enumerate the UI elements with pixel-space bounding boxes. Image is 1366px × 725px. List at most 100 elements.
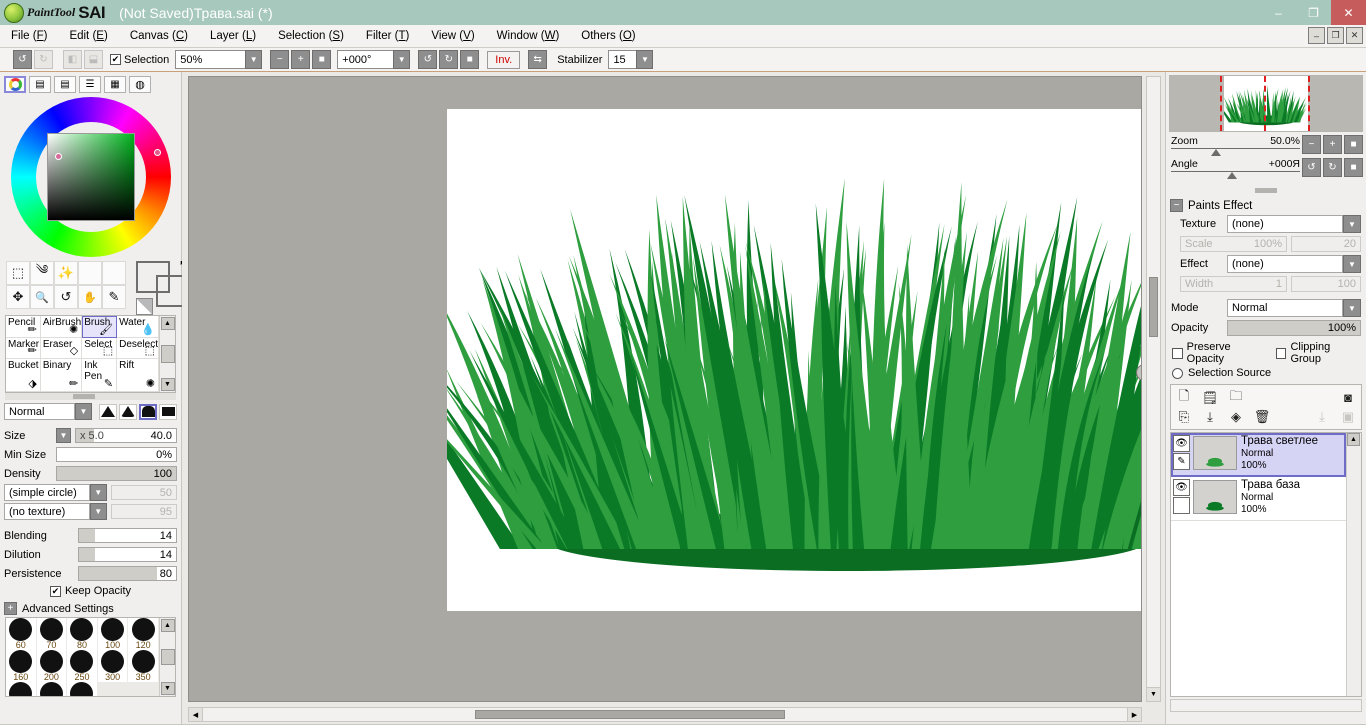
brush-tool-deselect[interactable]: Deselect ⬚ [117, 337, 159, 360]
navigator-zoom-in-button[interactable]: + [1323, 135, 1342, 154]
brush-preset-60[interactable]: 60 [6, 618, 37, 650]
brush-preset-350[interactable]: 350 [128, 650, 159, 682]
blend-mode-value[interactable]: Normal [4, 403, 75, 420]
mdi-minimize-button[interactable]: – [1308, 27, 1325, 44]
preset-scroll-down[interactable]: ▼ [160, 682, 175, 695]
brush-preset-100[interactable]: 100 [98, 618, 129, 650]
mdi-close-button[interactable]: ✕ [1346, 27, 1363, 44]
stabilizer-value[interactable]: 15 [608, 50, 637, 69]
brush-texture-combo[interactable]: (no texture) ▼ [4, 503, 107, 520]
brush-preset-80[interactable]: 80 [67, 618, 98, 650]
zoom-value[interactable]: 50% [175, 50, 246, 69]
brush-tool-inkpen[interactable]: Ink Pen ✎ [82, 359, 118, 392]
brush-preset-row3-2[interactable] [37, 682, 68, 696]
rotate-ccw-button[interactable]: ↺ [418, 50, 438, 69]
menu-layer[interactable]: Layer (L) [199, 28, 267, 44]
brush-shape-medium-button[interactable] [119, 403, 137, 420]
brush-shape-dropdown-icon[interactable]: ▼ [89, 484, 107, 501]
layer-0-edit-icon[interactable]: ✎ [1173, 453, 1190, 470]
keep-opacity-row[interactable]: ✔ Keep Opacity [4, 585, 177, 597]
brush-grid-hscroll-thumb[interactable] [73, 394, 96, 399]
paints-effect-header[interactable]: − Paints Effect [1166, 198, 1366, 215]
persistence-slider[interactable]: 80 [78, 566, 177, 581]
hand-icon[interactable]: ✋ [78, 285, 102, 309]
brush-texture-value[interactable]: (no texture) [4, 503, 90, 520]
effect-combo[interactable]: (none) ▼ [1227, 255, 1361, 273]
eyedropper-icon[interactable]: ✎ [102, 285, 126, 309]
brush-texture-amount-slider[interactable]: 95 [110, 504, 177, 519]
angle-value[interactable]: +000° [337, 50, 394, 69]
menu-window[interactable]: Window (W) [486, 28, 571, 44]
brush-preset-300[interactable]: 300 [98, 650, 129, 682]
layer-0-visibility-icon[interactable]: 👁 [1173, 435, 1190, 452]
foreground-color-swatch[interactable] [136, 261, 170, 293]
layer-1-visibility-icon[interactable]: 👁 [1173, 479, 1190, 496]
merge-down-button[interactable]: ⤓ [1200, 407, 1220, 426]
effect-value[interactable]: (none) [1227, 255, 1343, 273]
menu-selection[interactable]: Selection (S) [267, 28, 355, 44]
navigator-zoom-slider[interactable]: Zoom 50.0% [1169, 135, 1302, 157]
brush-grid-scroll-thumb[interactable] [160, 345, 175, 363]
swap-button[interactable]: ⇆ [528, 50, 548, 69]
brush-preset-row3-1[interactable] [6, 682, 37, 696]
brush-grid-scroll-up[interactable]: ▲ [160, 317, 175, 330]
navigator-zoom-out-button[interactable]: − [1302, 135, 1321, 154]
brush-preset-70[interactable]: 70 [37, 618, 68, 650]
zoom-combo[interactable]: 50% ▼ [175, 50, 263, 69]
restore-button[interactable]: ❐ [1296, 0, 1331, 25]
selection-toggle[interactable]: ✔ Selection [110, 54, 169, 66]
rotate-icon[interactable]: ↺ [54, 285, 78, 309]
layer-mode-dropdown-icon[interactable]: ▼ [1343, 299, 1361, 317]
layer-list-scroll-up[interactable]: ▲ [1347, 433, 1360, 446]
swatches-mode-button[interactable]: ☰ [79, 76, 101, 93]
menu-view[interactable]: View (V) [420, 28, 485, 44]
advanced-settings-toggle[interactable]: + Advanced Settings [0, 597, 181, 617]
minimize-button[interactable]: – [1261, 0, 1296, 25]
navigator-rotate-cw-button[interactable]: ↻ [1323, 158, 1342, 177]
brush-grid-hscrollbar[interactable] [5, 393, 176, 400]
canvas-horizontal-scrollbar[interactable] [188, 707, 1142, 722]
saturation-value-box[interactable] [46, 133, 135, 221]
brush-shape-flat-button[interactable] [159, 403, 177, 420]
brush-preset-row3-3[interactable] [67, 682, 98, 696]
scratchpad-mode-button[interactable]: ◍ [129, 76, 151, 93]
preset-scrollbar[interactable]: ▲ ▼ [159, 618, 175, 696]
layer-list-scrollbar[interactable]: ▲ [1346, 433, 1361, 696]
layer-mask-button[interactable]: ◙ [1338, 388, 1358, 407]
blend-mode-dropdown-icon[interactable]: ▼ [75, 403, 92, 420]
transparency-swatch[interactable] [136, 298, 153, 315]
effect-amount-slider[interactable]: 100 [1291, 276, 1361, 292]
canvas-viewport[interactable] [188, 76, 1142, 702]
navigator-rotate-reset-button[interactable]: ■ [1344, 158, 1363, 177]
canvas-navigator[interactable] [1169, 75, 1363, 132]
size-slider[interactable]: x 5.0 40.0 [75, 428, 177, 443]
magic-wand-icon[interactable]: ✨ [54, 261, 78, 285]
density-slider[interactable]: 100 [56, 466, 177, 481]
layer-mode-value[interactable]: Normal [1227, 299, 1343, 317]
preset-scroll-up[interactable]: ▲ [160, 619, 175, 632]
canvas-vscroll-down-button[interactable]: ▼ [1146, 687, 1161, 702]
rect-marquee-icon[interactable]: ⬚ [6, 261, 30, 285]
brush-preset-250[interactable]: 250 [67, 650, 98, 682]
size-unit-dropdown-icon[interactable]: ▼ [56, 428, 71, 443]
texture-scale-slider[interactable]: Scale 100% [1180, 236, 1287, 252]
paints-effect-collapse-icon[interactable]: − [1170, 199, 1183, 212]
brush-grid-scrollbar[interactable]: ▲ ▼ [159, 316, 175, 392]
redo-button[interactable]: ↻ [34, 50, 53, 69]
brush-preset-160[interactable]: 160 [6, 650, 37, 682]
navigator-rotate-ccw-button[interactable]: ↺ [1302, 158, 1321, 177]
blending-slider[interactable]: 14 [78, 528, 177, 543]
texture-dropdown-icon[interactable]: ▼ [1343, 215, 1361, 233]
mdi-restore-button[interactable]: ❐ [1327, 27, 1344, 44]
selection-checkbox[interactable]: ✔ [110, 54, 121, 65]
panel-divider[interactable] [1166, 184, 1366, 196]
brush-shape-combo[interactable]: (simple circle) ▼ [4, 484, 107, 501]
brush-tool-brush[interactable]: Brush 🖌 [82, 316, 118, 338]
menu-file[interactable]: File (F) [0, 28, 58, 44]
flip-horizontal-button[interactable]: ◧ [63, 50, 82, 69]
texture-combo[interactable]: (none) ▼ [1227, 215, 1361, 233]
brush-shape-soft-button[interactable] [99, 403, 117, 420]
rotate-cw-button[interactable]: ↻ [439, 50, 459, 69]
undo-button[interactable]: ↺ [13, 50, 32, 69]
layer-list-hscrollbar[interactable] [1170, 699, 1362, 712]
